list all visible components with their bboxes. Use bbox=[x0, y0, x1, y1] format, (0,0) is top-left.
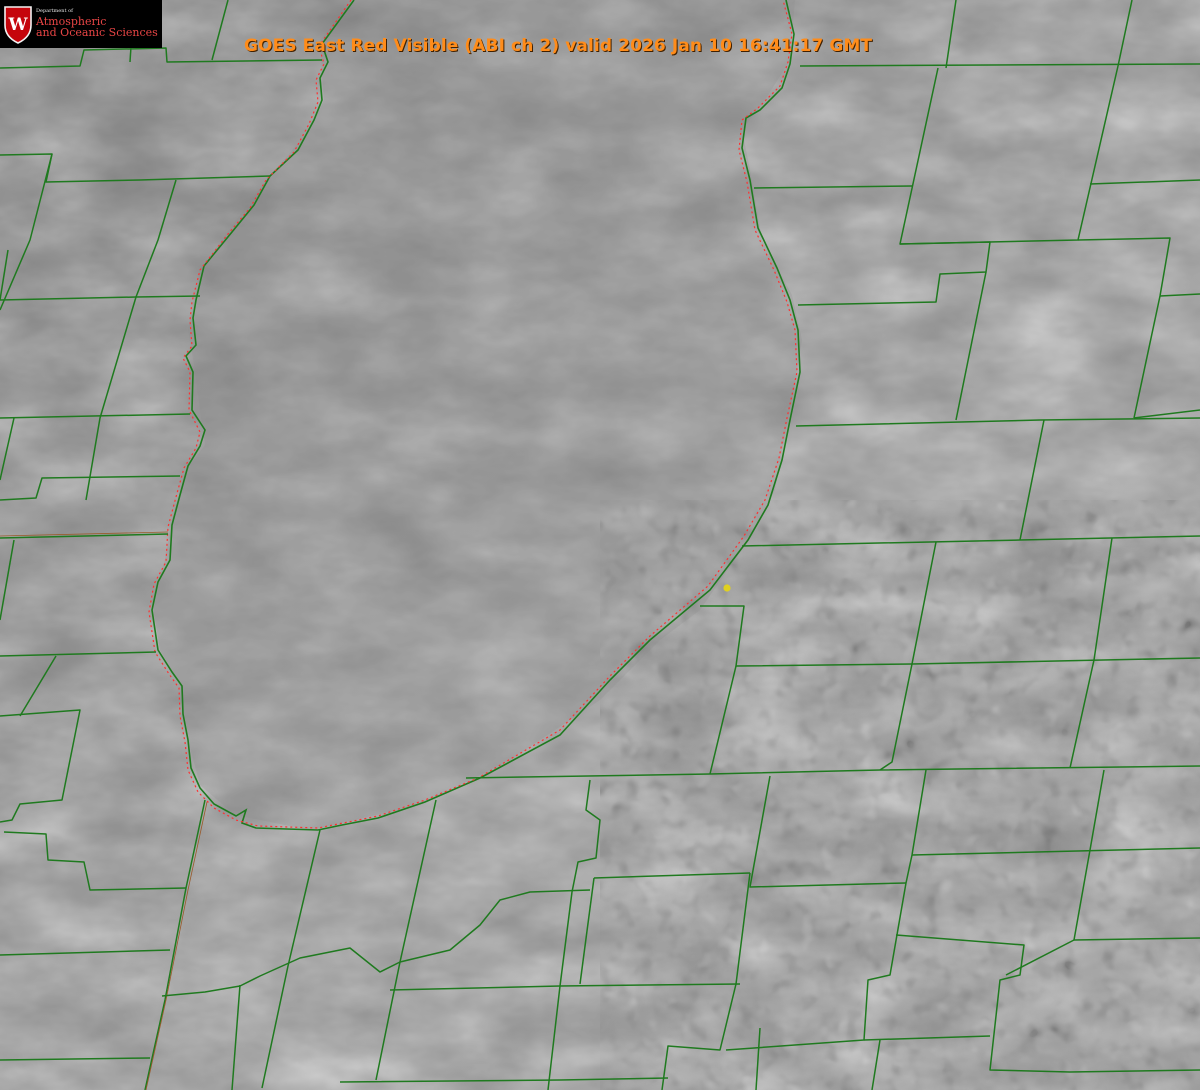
product-title: GOES East Red Visible (ABI ch 2) valid 2… bbox=[244, 36, 873, 56]
station-marker bbox=[723, 584, 731, 592]
svg-text:W: W bbox=[7, 15, 28, 35]
logo-wordmark: Department of Atmospheric and Oceanic Sc… bbox=[36, 8, 158, 40]
logo-line-2: and Oceanic Sciences bbox=[36, 26, 158, 40]
institution-logo: W Department of Atmospheric and Oceanic … bbox=[0, 0, 162, 48]
satellite-viewer: W Department of Atmospheric and Oceanic … bbox=[0, 0, 1200, 1090]
satellite-image bbox=[0, 0, 1200, 1090]
logo-department: Department of bbox=[36, 8, 73, 15]
uw-crest-icon: W bbox=[4, 6, 32, 44]
